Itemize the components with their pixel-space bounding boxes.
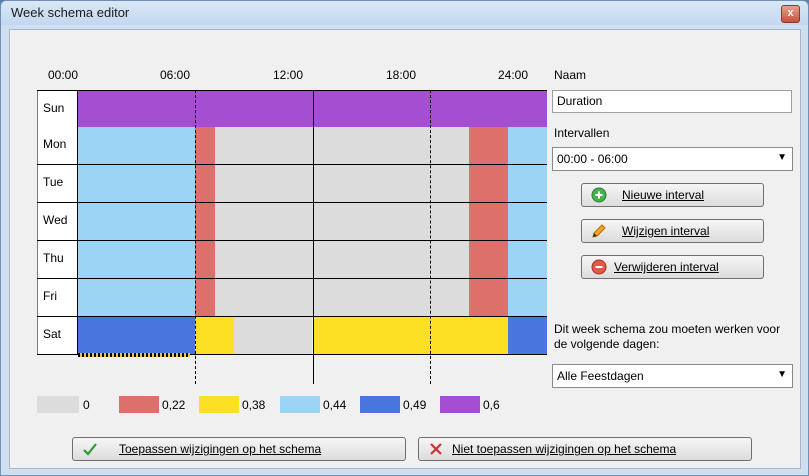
week-schema-editor-window: Week schema editor x 00:00 06:00 12:00 1…	[0, 0, 809, 476]
minus-circle-icon	[591, 259, 607, 275]
day-label-sun: Sun	[37, 91, 78, 127]
chevron-down-icon: ▼	[777, 369, 787, 380]
naam-label: Naam	[554, 68, 587, 82]
apply-changes-label: Toepassen wijzigingen op het schema	[119, 442, 322, 456]
schedule-segment[interactable]	[507, 241, 547, 278]
schedule-segment[interactable]	[195, 203, 215, 240]
legend-swatch-0	[37, 396, 79, 413]
edit-interval-button[interactable]: Wijzigen interval	[581, 219, 764, 243]
day-label-wed: Wed	[37, 203, 78, 240]
legend-swatch-4	[360, 396, 400, 413]
schedule-segment[interactable]	[507, 165, 547, 202]
schedule-segment[interactable]	[468, 279, 508, 316]
schedule-segment[interactable]	[78, 279, 196, 316]
chevron-down-icon: ▼	[777, 152, 787, 163]
schedule-segment[interactable]	[78, 317, 196, 354]
schedule-segment[interactable]	[195, 279, 215, 316]
day-label-thu: Thu	[37, 241, 78, 278]
days-description: Dit week schema zou moeten werken voor d…	[554, 322, 781, 351]
schedule-segment[interactable]	[234, 317, 313, 354]
new-interval-label: Nieuwe interval	[622, 188, 705, 202]
day-label-fri: Fri	[37, 279, 78, 316]
schedule-segment[interactable]	[507, 279, 547, 316]
new-interval-button[interactable]: Nieuwe interval	[581, 183, 764, 207]
interval-dropdown-value: 00:00 - 06:00	[557, 152, 628, 166]
legend-value-4: 0,49	[403, 398, 427, 412]
interval-dropdown[interactable]: 00:00 - 06:00 ▼	[552, 147, 793, 171]
schedule-segment[interactable]	[195, 165, 215, 202]
week-schedule-grid[interactable]: Sun Mon Tue Wed Thu Fri Sat	[37, 90, 547, 384]
days-dropdown[interactable]: Alle Feestdagen ▼	[552, 364, 793, 388]
day-row-tue[interactable]: Tue	[37, 165, 547, 203]
apply-changes-button[interactable]: Toepassen wijzigingen op het schema	[72, 437, 406, 461]
day-label-sat: Sat	[37, 317, 78, 354]
close-icon: x	[787, 7, 794, 19]
schedule-segment[interactable]	[468, 241, 508, 278]
selected-interval-marker	[78, 353, 190, 357]
day-row-sun[interactable]: Sun	[37, 90, 547, 128]
schedule-segment[interactable]	[468, 203, 508, 240]
schedule-segment[interactable]	[78, 165, 196, 202]
checkmark-icon	[83, 443, 97, 456]
pencil-icon	[592, 224, 606, 238]
legend-swatch-1	[119, 396, 159, 413]
schedule-segment[interactable]	[507, 317, 547, 354]
hour-label-18: 18:00	[386, 68, 417, 82]
legend-value-5: 0,6	[483, 398, 500, 412]
day-row-wed[interactable]: Wed	[37, 203, 547, 241]
hour-label-12: 12:00	[273, 68, 304, 82]
hour-label-24: 24:00	[498, 68, 529, 82]
edit-interval-label: Wijzigen interval	[622, 224, 710, 238]
day-row-sat[interactable]: Sat	[37, 317, 547, 355]
plus-circle-icon	[591, 187, 607, 203]
hour-gridline	[429, 90, 431, 384]
legend-swatch-3	[280, 396, 320, 413]
days-dropdown-value: Alle Feestdagen	[557, 369, 644, 383]
hour-gridline	[195, 90, 197, 384]
close-button[interactable]: x	[781, 5, 800, 23]
day-row-fri[interactable]: Fri	[37, 279, 547, 317]
day-row-thu[interactable]: Thu	[37, 241, 547, 279]
legend-swatch-2	[199, 396, 239, 413]
cancel-changes-label: Niet toepassen wijzigingen op het schema	[452, 442, 677, 456]
hour-label-6: 06:00	[160, 68, 191, 82]
naam-input[interactable]: Duration	[552, 90, 792, 113]
schedule-segment[interactable]	[507, 203, 547, 240]
schedule-segment[interactable]	[78, 127, 196, 164]
cross-icon	[430, 443, 442, 455]
schedule-segment[interactable]	[312, 317, 508, 354]
schedule-segment[interactable]	[195, 317, 235, 354]
window-title: Week schema editor	[11, 5, 130, 20]
legend-value-2: 0,38	[242, 398, 266, 412]
schedule-segment[interactable]	[195, 127, 215, 164]
delete-interval-button[interactable]: Verwijderen interval	[581, 255, 764, 279]
hour-label-0: 00:00	[48, 68, 79, 82]
schedule-segment[interactable]	[78, 203, 196, 240]
title-bar[interactable]: Week schema editor x	[1, 1, 808, 25]
legend-value-3: 0,44	[323, 398, 347, 412]
day-label-mon: Mon	[37, 127, 78, 164]
schedule-segment[interactable]	[78, 241, 196, 278]
hour-gridline	[312, 90, 314, 384]
delete-interval-label: Verwijderen interval	[614, 260, 719, 274]
value-legend: 0 0,22 0,38 0,44 0,49 0,6	[37, 396, 557, 414]
legend-value-0: 0	[83, 398, 90, 412]
cancel-changes-button[interactable]: Niet toepassen wijzigingen op het schema	[418, 437, 752, 461]
editor-client-area: 00:00 06:00 12:00 18:00 24:00 Sun Mon Tu…	[9, 29, 801, 469]
legend-swatch-5	[440, 396, 480, 413]
schedule-segment[interactable]	[195, 241, 215, 278]
day-row-mon[interactable]: Mon	[37, 127, 547, 165]
schedule-segment[interactable]	[468, 127, 508, 164]
legend-value-1: 0,22	[162, 398, 186, 412]
day-label-tue: Tue	[37, 165, 78, 202]
schedule-segment[interactable]	[507, 127, 547, 164]
schedule-segment[interactable]	[468, 165, 508, 202]
intervallen-label: Intervallen	[554, 126, 610, 140]
